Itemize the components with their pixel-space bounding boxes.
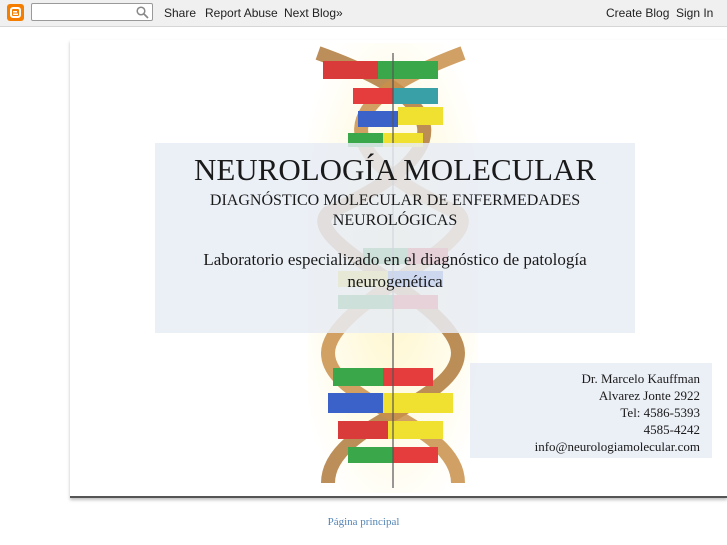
search-icon[interactable] (136, 6, 149, 19)
contact-phone-2: 4585-4242 (643, 422, 700, 437)
contact-phone-1: Tel: 4586-5393 (620, 405, 700, 420)
report-abuse-link[interactable]: Report Abuse (205, 6, 278, 20)
blog-subtitle: DIAGNÓSTICO MOLECULAR DE ENFERMEDADES NE… (209, 192, 581, 229)
next-blog-link[interactable]: Next Blog» (284, 6, 343, 20)
contact-email: info@neurologiamolecular.com (534, 439, 700, 454)
blog-description: Laboratorio especializado en el diagnóst… (203, 250, 587, 291)
sign-in-link[interactable]: Sign In (676, 6, 713, 20)
blogger-logo-icon[interactable] (7, 4, 24, 21)
blog-title: NEUROLOGÍA MOLECULAR (193, 152, 597, 187)
blogger-navbar: Share Report Abuse Next Blog» Create Blo… (0, 0, 727, 27)
create-blog-link[interactable]: Create Blog (606, 6, 669, 20)
contact-name: Dr. Marcelo Kauffman (581, 371, 700, 386)
blog-header[interactable]: NEUROLOGÍA MOLECULAR DIAGNÓSTICO MOLECUL… (70, 40, 727, 498)
home-page-link[interactable]: Página principal (0, 516, 727, 528)
share-link[interactable]: Share (164, 6, 196, 20)
search-input[interactable] (35, 5, 139, 21)
contact-address: Alvarez Jonte 2922 (598, 388, 700, 403)
title-panel: NEUROLOGÍA MOLECULAR DIAGNÓSTICO MOLECUL… (155, 143, 635, 333)
contact-panel: Dr. Marcelo Kauffman Alvarez Jonte 2922 … (470, 363, 712, 458)
blog-search-field[interactable] (31, 3, 153, 21)
